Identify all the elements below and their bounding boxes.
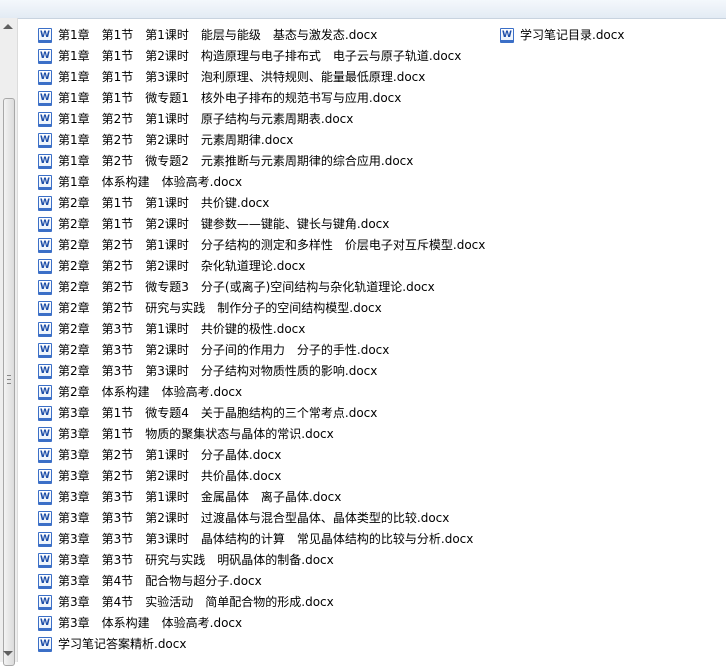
word-document-icon [38, 363, 52, 379]
file-name: 第1章 第1节 第1课时 能层与能级 基态与激发态.docx [58, 28, 378, 42]
file-name: 第1章 第2节 微专题2 元素推断与元素周期律的综合应用.docx [58, 154, 414, 168]
file-name: 第3章 体系构建 体验高考.docx [58, 616, 243, 630]
file-item[interactable]: 第3章 第3节 研究与实践 明矾晶体的制备.docx [38, 550, 334, 570]
word-document-icon [38, 216, 52, 232]
file-name: 第3章 第3节 第1课时 金属晶体 离子晶体.docx [58, 490, 342, 504]
file-item[interactable]: 第2章 第2节 第2课时 杂化轨道理论.docx [38, 256, 305, 276]
window-top-bar [0, 0, 726, 19]
file-name: 第2章 第2节 第1课时 分子结构的测定和多样性 价层电子对互斥模型.docx [58, 238, 486, 252]
file-name: 第1章 第1节 微专题1 核外电子排布的规范书写与应用.docx [58, 91, 402, 105]
file-item[interactable]: 第3章 第4节 配合物与超分子.docx [38, 571, 262, 591]
word-document-icon [500, 27, 514, 43]
file-item[interactable]: 第1章 第2节 微专题2 元素推断与元素周期律的综合应用.docx [38, 151, 413, 171]
word-document-icon [38, 531, 52, 547]
file-item[interactable]: 第2章 第1节 第1课时 共价键.docx [38, 193, 269, 213]
word-document-icon [38, 384, 52, 400]
file-name: 第1章 体系构建 体验高考.docx [58, 175, 243, 189]
file-name: 第3章 第4节 实验活动 简单配合物的形成.docx [58, 595, 334, 609]
word-document-icon [38, 342, 52, 358]
file-name: 第3章 第2节 第1课时 分子晶体.docx [58, 448, 282, 462]
file-name: 第1章 第2节 第2课时 元素周期律.docx [58, 133, 294, 147]
word-document-icon [38, 300, 52, 316]
file-name: 第2章 第2节 第2课时 杂化轨道理论.docx [58, 259, 306, 273]
file-item[interactable]: 第1章 第1节 第3课时 泡利原理、洪特规则、能量最低原理.docx [38, 67, 425, 87]
word-document-icon [38, 405, 52, 421]
word-document-icon [38, 69, 52, 85]
word-document-icon [38, 279, 52, 295]
word-document-icon [38, 426, 52, 442]
file-name: 第2章 第2节 研究与实践 制作分子的空间结构模型.docx [58, 301, 382, 315]
file-item[interactable]: 第3章 第2节 第2课时 共价晶体.docx [38, 466, 281, 486]
file-name: 第3章 第1节 物质的聚集状态与晶体的常识.docx [58, 427, 334, 441]
word-document-icon [38, 195, 52, 211]
file-item[interactable]: 第2章 体系构建 体验高考.docx [38, 382, 242, 402]
word-document-icon [38, 27, 52, 43]
word-document-icon [38, 636, 52, 652]
word-document-icon [38, 258, 52, 274]
word-document-icon [38, 594, 52, 610]
file-item[interactable]: 第2章 第3节 第2课时 分子间的作用力 分子的手性.docx [38, 340, 389, 360]
file-item[interactable]: 第1章 第1节 微专题1 核外电子排布的规范书写与应用.docx [38, 88, 401, 108]
word-document-icon [38, 552, 52, 568]
file-name: 第2章 第3节 第1课时 共价键的极性.docx [58, 322, 306, 336]
file-name: 学习笔记目录.docx [520, 28, 625, 42]
file-name: 第1章 第1节 第3课时 泡利原理、洪特规则、能量最低原理.docx [58, 70, 426, 84]
file-item[interactable]: 第1章 体系构建 体验高考.docx [38, 172, 242, 192]
file-item[interactable]: 第3章 第3节 第2课时 过渡晶体与混合型晶体、晶体类型的比较.docx [38, 508, 449, 528]
word-document-icon [38, 153, 52, 169]
file-name: 第2章 体系构建 体验高考.docx [58, 385, 243, 399]
file-name: 第3章 第2节 第2课时 共价晶体.docx [58, 469, 282, 483]
word-document-icon [38, 615, 52, 631]
scrollbar-thumb[interactable] [3, 98, 15, 666]
word-document-icon [38, 468, 52, 484]
file-name: 第1章 第2节 第1课时 原子结构与元素周期表.docx [58, 112, 354, 126]
file-name: 学习笔记答案精析.docx [58, 637, 187, 651]
file-name: 第2章 第3节 第3课时 分子结构对物质性质的影响.docx [58, 364, 378, 378]
file-item[interactable]: 第2章 第3节 第1课时 共价键的极性.docx [38, 319, 305, 339]
file-item[interactable]: 第2章 第1节 第2课时 键参数——键能、键长与键角.docx [38, 214, 389, 234]
file-name: 第2章 第1节 第1课时 共价键.docx [58, 196, 270, 210]
word-document-icon [38, 510, 52, 526]
file-item[interactable]: 第2章 第2节 微专题3 分子(或离子)空间结构与杂化轨道理论.docx [38, 277, 435, 297]
scroll-up-arrow-icon[interactable] [3, 24, 13, 29]
file-item[interactable]: 第2章 第2节 第1课时 分子结构的测定和多样性 价层电子对互斥模型.docx [38, 235, 485, 255]
file-name: 第3章 第3节 第3课时 晶体结构的计算 常见晶体结构的比较与分析.docx [58, 532, 474, 546]
file-item[interactable]: 第3章 第3节 第3课时 晶体结构的计算 常见晶体结构的比较与分析.docx [38, 529, 473, 549]
file-item[interactable]: 第1章 第1节 第2课时 构造原理与电子排布式 电子云与原子轨道.docx [38, 46, 461, 66]
word-document-icon [38, 132, 52, 148]
word-document-icon [38, 573, 52, 589]
scrollbar-grip-icon [7, 375, 11, 384]
file-item[interactable]: 第1章 第2节 第1课时 原子结构与元素周期表.docx [38, 109, 353, 129]
file-name: 第3章 第3节 研究与实践 明矾晶体的制备.docx [58, 553, 334, 567]
word-document-icon [38, 447, 52, 463]
file-item[interactable]: 第2章 第3节 第3课时 分子结构对物质性质的影响.docx [38, 361, 377, 381]
file-name: 第2章 第1节 第2课时 键参数——键能、键长与键角.docx [58, 217, 390, 231]
word-document-icon [38, 48, 52, 64]
word-document-icon [38, 237, 52, 253]
file-item[interactable]: 第1章 第1节 第1课时 能层与能级 基态与激发态.docx [38, 25, 377, 45]
file-name: 第3章 第1节 微专题4 关于晶胞结构的三个常考点.docx [58, 406, 378, 420]
file-item[interactable]: 学习笔记目录.docx [500, 25, 624, 45]
file-name: 第3章 第3节 第2课时 过渡晶体与混合型晶体、晶体类型的比较.docx [58, 511, 450, 525]
file-item[interactable]: 第2章 第2节 研究与实践 制作分子的空间结构模型.docx [38, 298, 382, 318]
word-document-icon [38, 321, 52, 337]
file-item[interactable]: 第3章 第1节 物质的聚集状态与晶体的常识.docx [38, 424, 334, 444]
file-name: 第1章 第1节 第2课时 构造原理与电子排布式 电子云与原子轨道.docx [58, 49, 462, 63]
file-item[interactable]: 第3章 第2节 第1课时 分子晶体.docx [38, 445, 281, 465]
word-document-icon [38, 111, 52, 127]
file-item[interactable]: 第3章 第1节 微专题4 关于晶胞结构的三个常考点.docx [38, 403, 377, 423]
file-name: 第2章 第3节 第2课时 分子间的作用力 分子的手性.docx [58, 343, 390, 357]
file-name: 第2章 第2节 微专题3 分子(或离子)空间结构与杂化轨道理论.docx [58, 280, 435, 294]
file-name: 第3章 第4节 配合物与超分子.docx [58, 574, 262, 588]
vertical-scrollbar[interactable] [0, 18, 18, 666]
file-item[interactable]: 第3章 体系构建 体验高考.docx [38, 613, 242, 633]
file-item[interactable]: 学习笔记答案精析.docx [38, 634, 186, 654]
word-document-icon [38, 489, 52, 505]
file-item[interactable]: 第3章 第3节 第1课时 金属晶体 离子晶体.docx [38, 487, 341, 507]
file-item[interactable]: 第1章 第2节 第2课时 元素周期律.docx [38, 130, 293, 150]
scroll-down-arrow-icon[interactable] [3, 651, 13, 656]
word-document-icon [38, 174, 52, 190]
file-item[interactable]: 第3章 第4节 实验活动 简单配合物的形成.docx [38, 592, 334, 612]
word-document-icon [38, 90, 52, 106]
